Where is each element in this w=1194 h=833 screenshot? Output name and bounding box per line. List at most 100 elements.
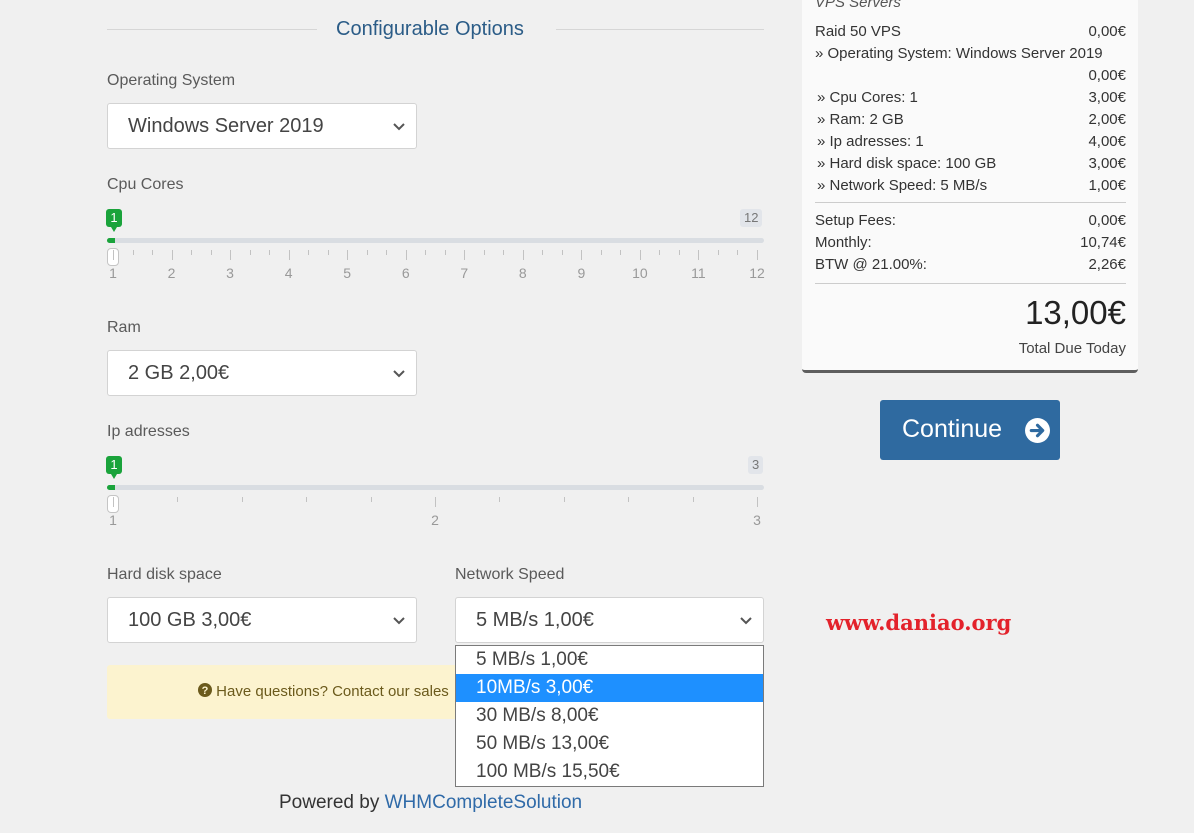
disk-select-value: 100 GB 3,00€	[128, 609, 252, 631]
watermark-text: www.daniao.org	[826, 610, 1012, 635]
summary-total-label: Total Due Today	[1018, 340, 1126, 357]
cpu-slider-minor-tick	[269, 250, 271, 255]
cpu-slider-minor-tick	[659, 250, 661, 255]
summary-option-row: » Hard disk space: 100 GB 3,00€	[815, 155, 1126, 172]
ip-slider-tick-label: 3	[753, 512, 761, 528]
summary-divider	[815, 283, 1126, 284]
cpu-slider-major-tick	[171, 250, 173, 260]
cpu-slider-minor-tick	[444, 250, 446, 255]
ip-slider-minor-tick	[306, 497, 308, 502]
cpu-slider-major-tick	[639, 250, 641, 260]
summary-tax-label: BTW @ 21.00%:	[815, 256, 927, 273]
summary-option-name: » Network Speed: 5 MB/s	[817, 177, 988, 194]
summary-tax-row: BTW @ 21.00%: 2,26€	[815, 256, 1126, 273]
arrow-circle-right-icon	[1025, 418, 1050, 443]
network-dropdown-list[interactable]: 5 MB/s 1,00€ 10MB/s 3,00€ 30 MB/s 8,00€ …	[455, 645, 764, 787]
cpu-slider-minor-tick	[600, 250, 602, 255]
network-option[interactable]: 50 MB/s 13,00€	[456, 730, 763, 758]
cpu-slider-major-tick	[230, 250, 232, 260]
chevron-down-icon	[393, 370, 405, 378]
cpu-slider-minor-tick	[132, 250, 134, 255]
ip-slider-major-tick	[757, 497, 758, 507]
summary-option-price: 3,00€	[1088, 89, 1126, 106]
summary-os-price: 0,00€	[1088, 67, 1126, 84]
network-select-value: 5 MB/s 1,00€	[476, 609, 594, 631]
cpu-slider-tick-label: 10	[632, 265, 648, 281]
section-divider-left	[107, 29, 317, 30]
section-divider-right	[556, 29, 764, 30]
cpu-slider-tick-label: 2	[167, 265, 176, 281]
ip-slider-max-badge: 3	[748, 456, 764, 474]
cpu-slider-minor-tick	[425, 250, 427, 255]
summary-monthly-value: 10,74€	[1080, 234, 1126, 251]
cpu-slider-major-tick	[113, 250, 114, 260]
svg-text:?: ?	[202, 685, 209, 697]
cpu-slider-max-badge: 12	[740, 209, 763, 227]
network-option-highlighted[interactable]: 10MB/s 3,00€	[456, 674, 763, 702]
cpu-slider-track[interactable]	[107, 238, 764, 243]
disk-label: Hard disk space	[107, 566, 222, 583]
ip-slider-minor-tick	[563, 497, 565, 502]
ip-slider-min-badge: 1	[106, 456, 122, 479]
os-label: Operating System	[107, 72, 236, 89]
network-option[interactable]: 30 MB/s 8,00€	[456, 702, 763, 730]
network-option[interactable]: 100 MB/s 15,50€	[456, 758, 763, 786]
ip-slider-minor-tick	[241, 497, 243, 502]
summary-os-row: » Operating System: Windows Server 2019	[815, 45, 1126, 62]
cpu-slider-tick-label: 8	[518, 265, 527, 281]
cpu-slider-minor-tick	[542, 250, 544, 255]
ram-select[interactable]: 2 GB 2,00€	[107, 350, 417, 396]
cpu-slider-major-tick	[757, 250, 758, 260]
chevron-down-icon	[740, 617, 752, 625]
cpu-slider-minor-tick	[366, 250, 368, 255]
summary-option-price: 1,00€	[1088, 177, 1126, 194]
summary-monthly-label: Monthly:	[815, 234, 872, 251]
help-alert-label[interactable]: Have questions? Contact our sales	[216, 683, 449, 700]
ip-slider-minor-tick	[370, 497, 372, 502]
cpu-slider-tick-label: 7	[460, 265, 469, 281]
cpu-slider-major-tick	[405, 250, 407, 260]
ip-label: Ip adresses	[107, 423, 190, 440]
summary-option-name: » Ram: 2 GB	[817, 111, 904, 128]
summary-option-name: » Cpu Cores: 1	[817, 89, 918, 106]
whmcs-link[interactable]: WHMCompleteSolution	[385, 792, 582, 813]
summary-product-price: 0,00€	[1088, 23, 1126, 40]
cpu-slider-tick-label: 12	[749, 265, 765, 281]
summary-setup-value: 0,00€	[1088, 212, 1126, 229]
summary-option-row: » Cpu Cores: 1 3,00€	[815, 89, 1126, 106]
cpu-slider-tick-label: 4	[284, 265, 293, 281]
summary-option-row: » Network Speed: 5 MB/s 1,00€	[815, 177, 1126, 194]
network-option[interactable]: 5 MB/s 1,00€	[456, 646, 763, 674]
continue-button-label: Continue	[902, 415, 1003, 443]
ip-slider-minor-tick	[177, 497, 179, 502]
summary-option-price: 2,00€	[1088, 111, 1126, 128]
powered-by-prefix: Powered by	[279, 792, 380, 813]
os-select[interactable]: Windows Server 2019	[107, 103, 417, 149]
cpu-slider-min-badge: 1	[106, 209, 122, 232]
cpu-slider-tick-label: 3	[226, 265, 234, 281]
summary-option-row: » Ram: 2 GB 2,00€	[815, 111, 1126, 128]
cpu-slider-tick-label: 6	[401, 265, 410, 281]
summary-option-row: » Ip adresses: 1 4,00€	[815, 133, 1126, 150]
cpu-slider-minor-tick	[386, 250, 388, 255]
ram-label: Ram	[107, 319, 141, 336]
ip-slider-track[interactable]	[107, 485, 764, 490]
cpu-slider-major-tick	[464, 250, 466, 260]
ip-slider-major-tick	[435, 497, 436, 507]
network-select[interactable]: 5 MB/s 1,00€	[455, 597, 764, 643]
cpu-slider-minor-tick	[620, 250, 622, 255]
help-alert-text: ? Have questions? Contact our sales	[198, 683, 449, 700]
cpu-label: Cpu Cores	[107, 176, 184, 193]
cpu-slider-minor-tick	[717, 250, 719, 255]
cpu-slider-minor-tick	[191, 250, 193, 255]
continue-button[interactable]: Continue	[880, 400, 1060, 460]
summary-divider	[815, 202, 1126, 203]
summary-setup-row: Setup Fees: 0,00€	[815, 212, 1126, 229]
summary-total-amount: 13,00€	[1025, 294, 1126, 331]
disk-select[interactable]: 100 GB 3,00€	[107, 597, 417, 643]
cpu-slider-tick-label: 11	[691, 265, 706, 281]
cpu-slider-minor-tick	[483, 250, 485, 255]
cpu-slider-major-tick	[581, 250, 583, 260]
ip-slider-tick-label: 2	[431, 512, 439, 528]
cpu-slider-minor-tick	[327, 250, 329, 255]
